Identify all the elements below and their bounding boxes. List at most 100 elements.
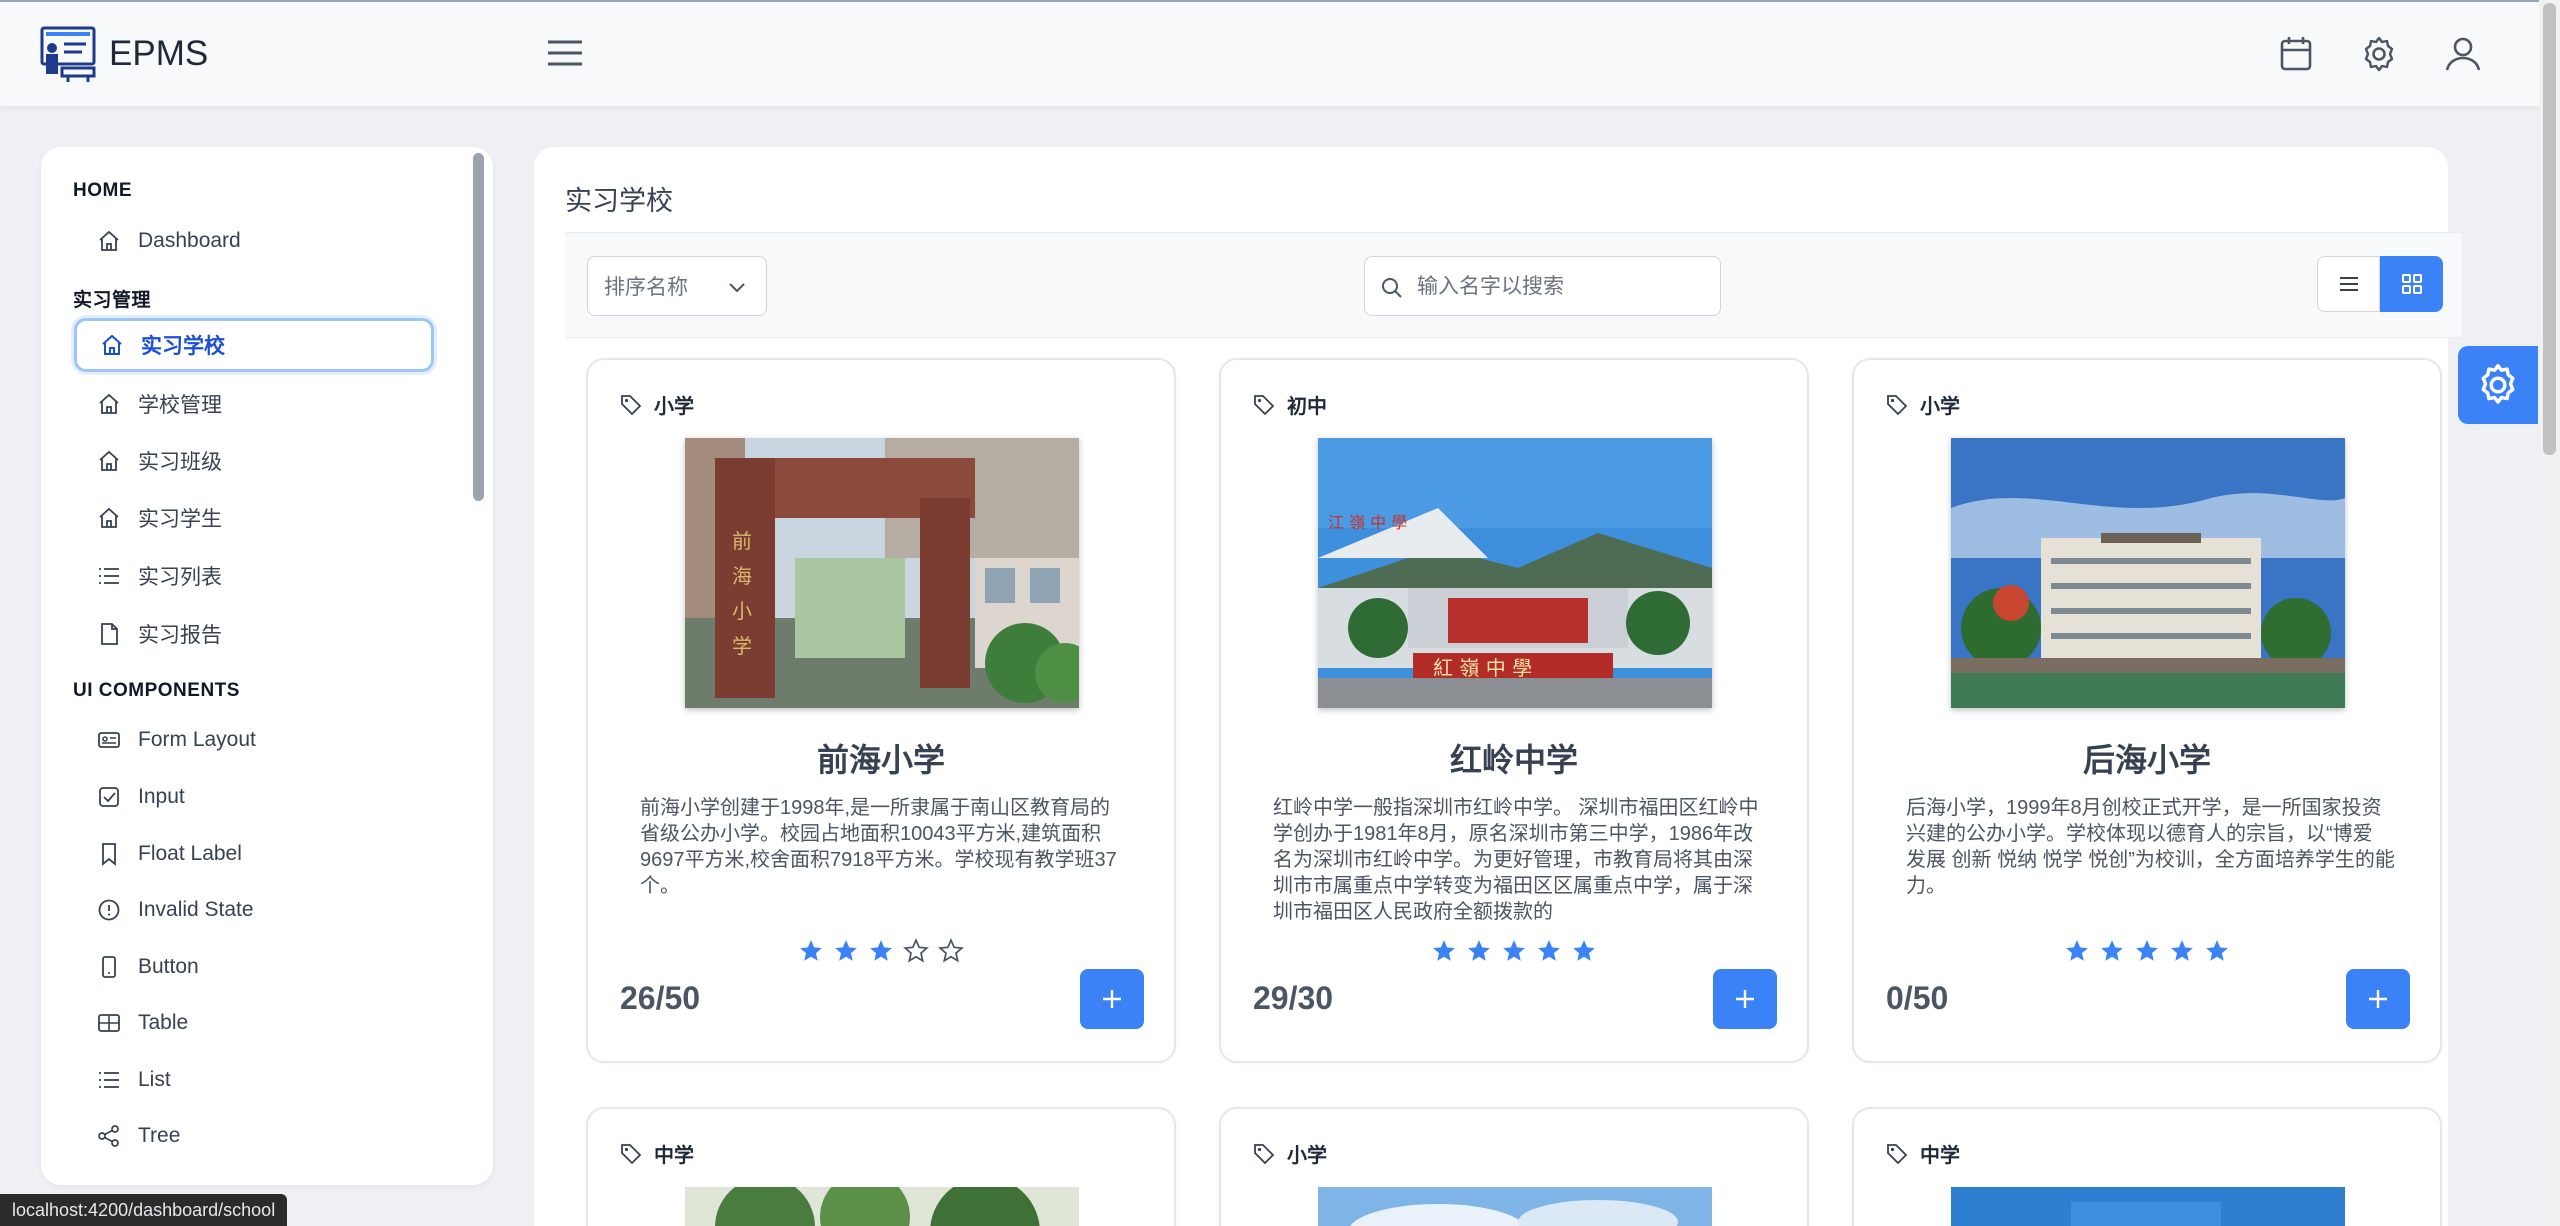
sidebar-item-internship-list[interactable]: 实习列表 bbox=[74, 549, 434, 603]
sidebar-item-form-layout[interactable]: Form Layout bbox=[74, 713, 434, 767]
star-filled-icon[interactable] bbox=[2064, 938, 2090, 964]
sidebar-item-dashboard[interactable]: Dashboard bbox=[74, 214, 434, 268]
sidebar-item-label: 实习学生 bbox=[138, 508, 222, 531]
tag-icon bbox=[1887, 1143, 1908, 1164]
svg-text:海: 海 bbox=[732, 564, 752, 588]
star-filled-icon[interactable] bbox=[1466, 938, 1492, 964]
school-gate-photo: 前 海 小 学 bbox=[685, 438, 1079, 708]
svg-text:学: 学 bbox=[732, 634, 752, 658]
home-icon bbox=[102, 334, 122, 355]
star-filled-icon[interactable] bbox=[2169, 938, 2195, 964]
category-tag-label: 小学 bbox=[1920, 396, 1960, 418]
sidebar-item-label: 学校管理 bbox=[138, 394, 222, 417]
home-icon bbox=[99, 230, 119, 251]
star-filled-icon[interactable] bbox=[2099, 938, 2125, 964]
check-square-icon bbox=[99, 787, 119, 807]
star-filled-icon[interactable] bbox=[2134, 938, 2160, 964]
star-empty-icon[interactable] bbox=[938, 938, 964, 964]
add-button[interactable] bbox=[2346, 969, 2410, 1029]
school-building-photo: 紅 嶺 中 學 江 嶺 中 學 bbox=[1318, 438, 1712, 708]
sidebar-item-invalid-state[interactable]: Invalid State bbox=[74, 883, 434, 937]
hamburger-icon bbox=[548, 40, 582, 66]
school-description: 前海小学创建于1998年,是一所隶属于南山区教育局的省级公办小学。校园占地面积1… bbox=[640, 797, 1117, 897]
school-description: 红岭中学一般指深圳市红岭中学。 深圳市福田区红岭中学创办于1981年8月，原名深… bbox=[1273, 797, 1759, 923]
sidebar-item-internship-reports[interactable]: 实习报告 bbox=[74, 607, 434, 661]
school-name: 后海小学 bbox=[2082, 742, 2211, 778]
school-description: 后海小学，1999年8月创校正式开学，是一所国家投资兴建的公办小学。学校体现以德… bbox=[1906, 797, 2395, 897]
tag-icon bbox=[621, 394, 642, 415]
svg-text:紅 嶺 中 學: 紅 嶺 中 學 bbox=[1433, 656, 1532, 680]
sidebar-item-internship-classes[interactable]: 实习班级 bbox=[74, 434, 434, 488]
enrollment-count: 0/50 bbox=[1886, 980, 1949, 1016]
sidebar-item-button[interactable]: Button bbox=[74, 940, 434, 994]
star-filled-icon[interactable] bbox=[833, 938, 859, 964]
link-preview-status: localhost:4200/dashboard/school bbox=[0, 1194, 288, 1226]
school-name: 红岭中学 bbox=[1449, 742, 1578, 778]
enrollment-count: 29/30 bbox=[1253, 980, 1334, 1016]
calendar-icon bbox=[2280, 37, 2312, 71]
sidebar-item-list[interactable]: List bbox=[74, 1053, 434, 1107]
profile-button[interactable] bbox=[2441, 32, 2485, 76]
svg-text:前: 前 bbox=[732, 529, 752, 553]
star-empty-icon[interactable] bbox=[903, 938, 929, 964]
top-bar: EPMS bbox=[0, 0, 2560, 106]
page-scrollbar-thumb[interactable] bbox=[2543, 3, 2556, 455]
layout-config-button[interactable] bbox=[2458, 346, 2538, 424]
sidebar-item-internship-schools[interactable]: 实习学校 bbox=[74, 318, 434, 372]
star-filled-icon[interactable] bbox=[868, 938, 894, 964]
svg-text:小: 小 bbox=[732, 599, 752, 623]
school-name: 前海小学 bbox=[816, 742, 945, 778]
sort-dropdown[interactable]: 排序名称 bbox=[587, 256, 767, 316]
star-filled-icon[interactable] bbox=[1571, 938, 1597, 964]
category-tag: 小学 bbox=[1884, 390, 1960, 419]
category-tag: 小学 bbox=[1251, 1139, 1327, 1168]
grid-view-button[interactable] bbox=[2380, 256, 2443, 312]
file-icon bbox=[101, 623, 118, 645]
category-tag: 初中 bbox=[1251, 390, 1327, 419]
school-sign-photo bbox=[1951, 1187, 2345, 1226]
plus-icon bbox=[1736, 990, 1754, 1008]
add-button[interactable] bbox=[1080, 969, 1144, 1029]
sidebar-item-internship-students[interactable]: 实习学生 bbox=[74, 491, 434, 545]
sidebar-item-label: Invalid State bbox=[138, 898, 254, 921]
sidebar-item-school-management[interactable]: 学校管理 bbox=[74, 377, 434, 431]
star-filled-icon[interactable] bbox=[798, 938, 824, 964]
sidebar-section-ui-components: UI COMPONENTS bbox=[73, 680, 240, 701]
school-card: 初中 紅 嶺 中 學 江 嶺 中 學 红岭中学 红岭中学一般指深圳市红岭中学。 … bbox=[1219, 358, 1809, 1063]
rating[interactable] bbox=[1221, 938, 1807, 964]
sidebar-item-table[interactable]: Table bbox=[74, 996, 434, 1050]
sidebar-item-label: Tree bbox=[138, 1124, 181, 1147]
search-icon bbox=[1382, 278, 1402, 298]
category-tag-label: 小学 bbox=[1287, 1145, 1327, 1167]
layout-toggle bbox=[2317, 256, 2443, 312]
settings-button[interactable] bbox=[2357, 32, 2401, 76]
school-trees-photo bbox=[685, 1187, 1079, 1226]
search-input[interactable] bbox=[1417, 267, 1707, 307]
calendar-button[interactable] bbox=[2274, 32, 2318, 76]
share-icon bbox=[98, 1125, 119, 1147]
sidebar-item-tree[interactable]: Tree bbox=[74, 1109, 434, 1163]
school-card: 小学 bbox=[1219, 1107, 1809, 1226]
category-tag: 中学 bbox=[1884, 1139, 1960, 1168]
rating[interactable] bbox=[588, 938, 1174, 964]
star-filled-icon[interactable] bbox=[1501, 938, 1527, 964]
sidebar-item-label: 实习报告 bbox=[138, 624, 222, 647]
search-field[interactable] bbox=[1364, 256, 1721, 316]
star-filled-icon[interactable] bbox=[2204, 938, 2230, 964]
star-filled-icon[interactable] bbox=[1431, 938, 1457, 964]
list-view-button[interactable] bbox=[2317, 256, 2380, 312]
menu-toggle-button[interactable] bbox=[546, 36, 584, 70]
sidebar-scrollbar[interactable] bbox=[473, 153, 484, 501]
star-filled-icon[interactable] bbox=[1536, 938, 1562, 964]
id-card-icon bbox=[98, 732, 120, 748]
rating[interactable] bbox=[1854, 938, 2440, 964]
mobile-icon bbox=[102, 956, 116, 978]
add-button[interactable] bbox=[1713, 969, 1777, 1029]
grid-icon bbox=[2401, 274, 2422, 294]
app-logo-icon[interactable] bbox=[38, 22, 100, 84]
sidebar-item-input[interactable]: Input bbox=[74, 770, 434, 824]
sidebar: HOME Dashboard 实习管理 实习学校 学校管理 实习班级 实习学生 … bbox=[41, 147, 493, 1185]
app-name[interactable]: EPMS bbox=[109, 34, 208, 74]
sidebar-item-float-label[interactable]: Float Label bbox=[74, 827, 434, 881]
table-icon bbox=[98, 1014, 120, 1032]
